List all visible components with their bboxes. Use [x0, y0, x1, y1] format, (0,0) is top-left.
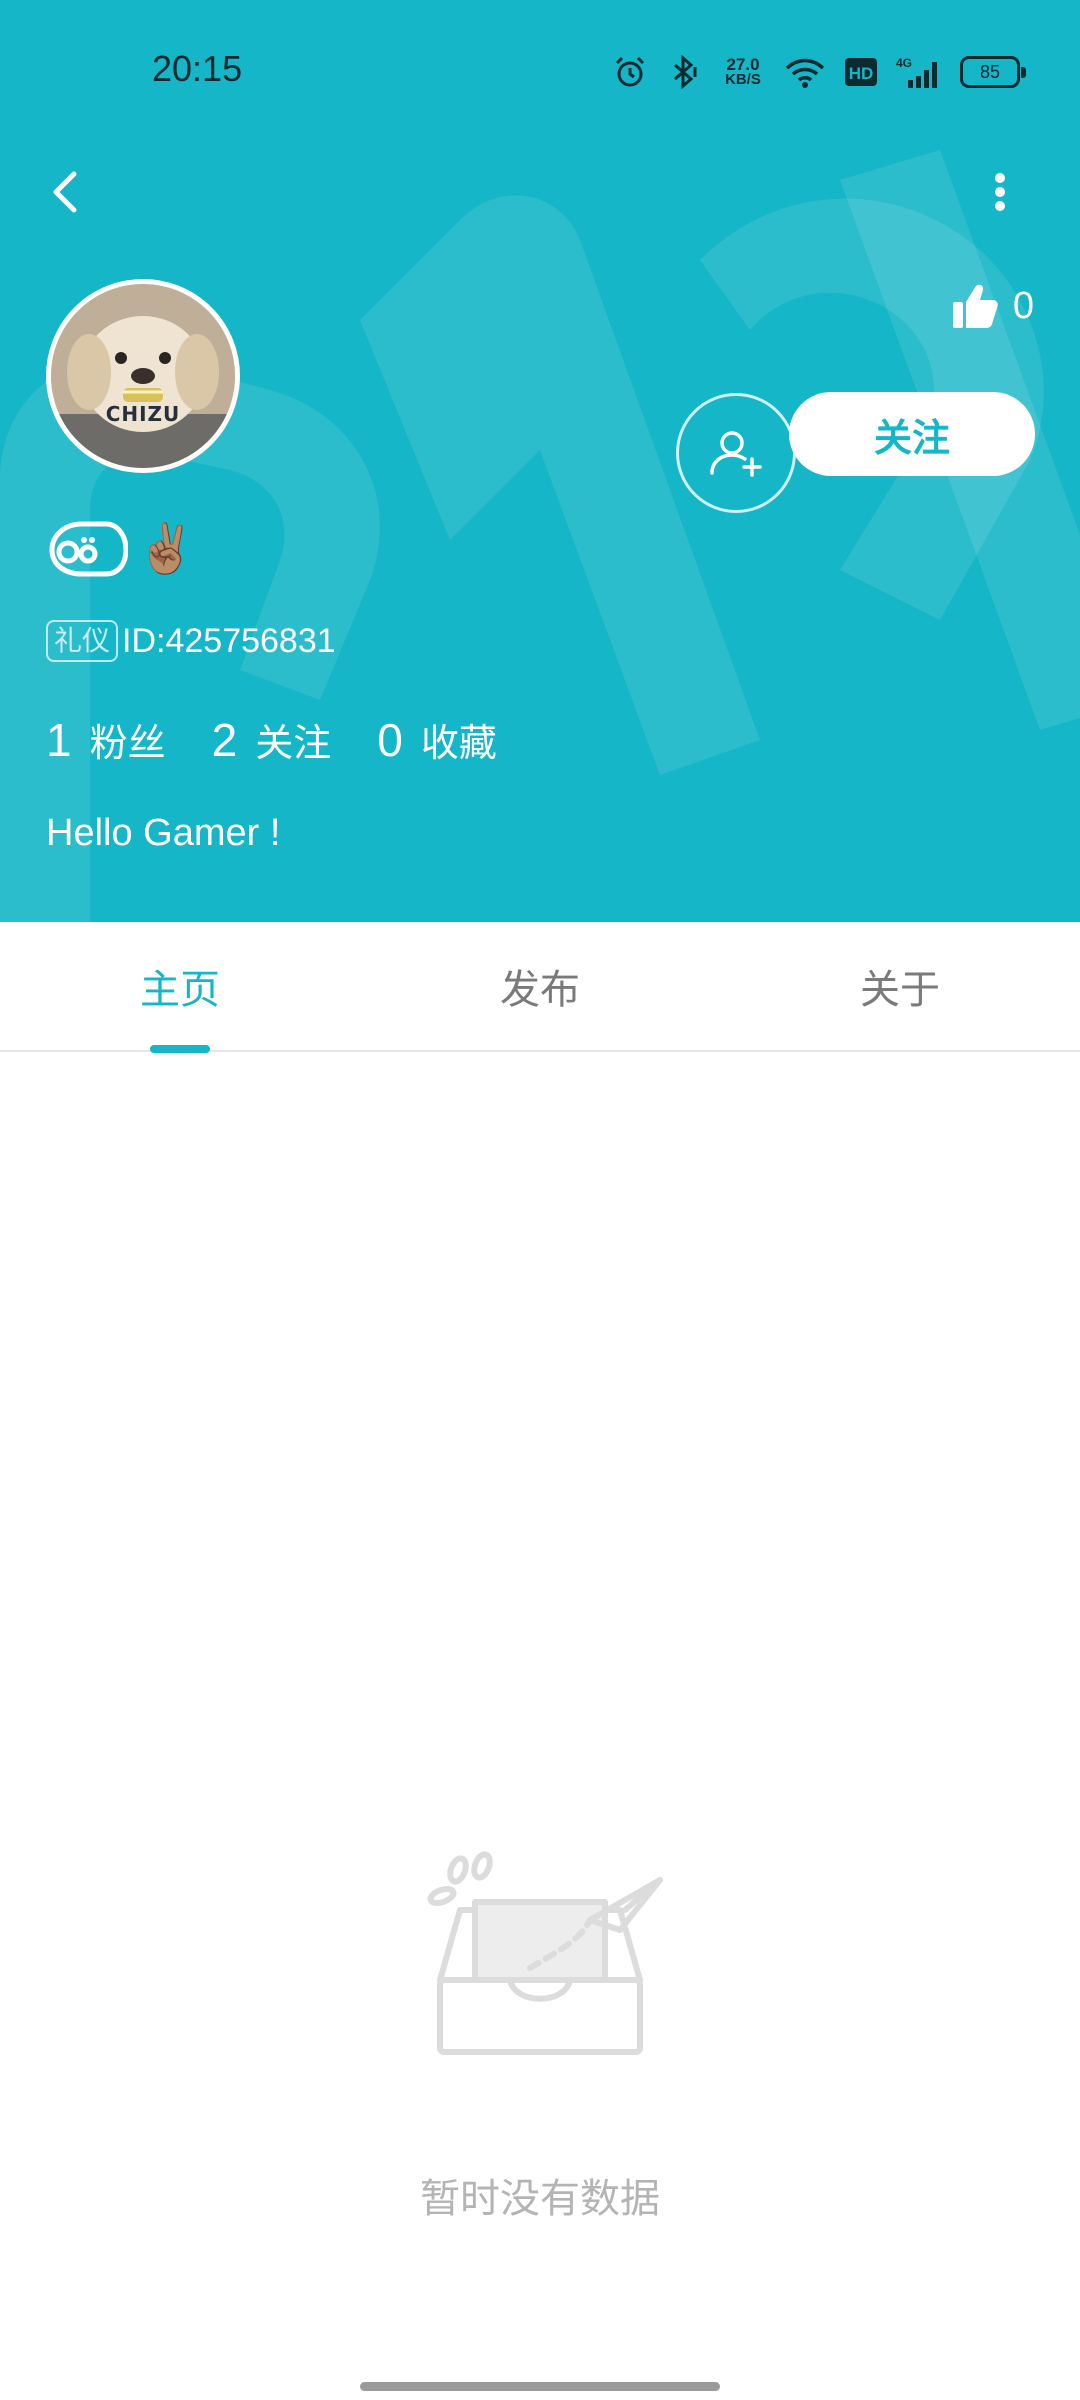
followers-stat[interactable]: 1 粉丝: [46, 712, 166, 767]
more-options-button[interactable]: [980, 164, 1020, 220]
user-id: ID:425756831: [122, 621, 336, 660]
following-count: 2: [211, 713, 238, 766]
add-user-icon: [710, 431, 762, 477]
user-bio: Hello Gamer !: [46, 812, 281, 854]
status-icons: 27.0 KB/S HD 4G 85: [612, 52, 1026, 92]
puppy-avatar-image: [51, 284, 235, 468]
following-stat[interactable]: 2 关注: [212, 712, 332, 767]
empty-state-text: 暂时没有数据: [420, 2176, 660, 2222]
watermark-logo: [0, 150, 1080, 922]
follow-button[interactable]: 关注: [789, 392, 1035, 476]
add-friend-button[interactable]: [676, 393, 796, 513]
tab-about[interactable]: 关于: [720, 922, 1080, 1050]
wifi-icon: [785, 58, 825, 88]
bluetooth-icon: [674, 54, 697, 90]
user-id-row: 礼仪 ID:425756831: [46, 620, 336, 662]
like-count: 0: [1012, 284, 1034, 327]
user-emoji-row: ✌🏽: [46, 516, 196, 580]
avatar[interactable]: CHIZU: [46, 279, 240, 473]
alarm-icon: [615, 56, 645, 87]
empty-inbox-icon: [427, 1851, 663, 2055]
tab-posts[interactable]: 发布: [360, 922, 720, 1050]
battery-indicator: 85: [960, 56, 1026, 88]
peace-hand-emoji: ✌🏽: [136, 520, 196, 577]
following-label: 关注: [255, 721, 332, 765]
favorites-count: 0: [377, 713, 403, 766]
active-tab-indicator: [150, 1045, 210, 1053]
avatar-caption: CHIZU: [105, 402, 181, 426]
user-badge: 礼仪: [46, 620, 119, 662]
like-counter[interactable]: 0: [951, 282, 1034, 330]
signal-icon: 4G: [896, 56, 937, 88]
hd-icon: HD: [845, 58, 877, 86]
face-icon: [49, 521, 128, 577]
profile-header: 20:15 27.0 KB/S HD 4G 85 CHIZU 0 关注 ✌🏽 礼…: [0, 0, 1080, 922]
svg-text:HD: HD: [849, 64, 874, 83]
status-time: 20:15: [152, 48, 243, 89]
profile-tabs: 主页 发布 关于: [0, 922, 1080, 1052]
tab-home[interactable]: 主页: [0, 922, 360, 1050]
followers-count: 1: [46, 713, 72, 766]
network-speed: 27.0 KB/S: [725, 55, 761, 88]
favorites-label: 收藏: [420, 721, 497, 765]
favorites-stat[interactable]: 0 收藏: [377, 712, 497, 767]
back-button[interactable]: [40, 164, 96, 220]
thumbs-up-icon: [952, 284, 998, 328]
profile-stats: 1 粉丝 2 关注 0 收藏: [46, 712, 543, 767]
followers-label: 粉丝: [89, 721, 166, 765]
home-indicator[interactable]: [360, 2382, 720, 2391]
svg-text:4G: 4G: [896, 56, 912, 70]
